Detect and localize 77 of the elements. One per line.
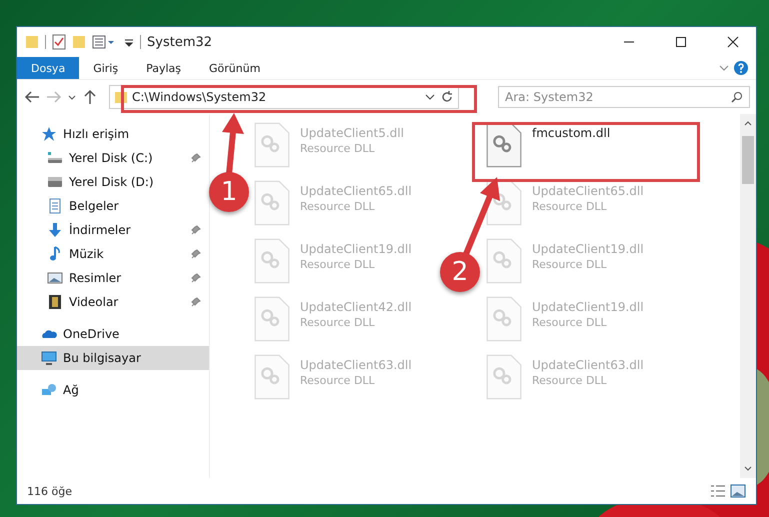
properties-icon[interactable] — [52, 34, 66, 50]
video-nav-icon — [47, 294, 63, 310]
close-icon — [727, 36, 739, 48]
ribbon-tab[interactable]: Giriş — [79, 57, 132, 79]
pics-nav-icon — [47, 270, 63, 286]
diskc-nav-icon — [47, 150, 63, 166]
sidebar-item[interactable]: Hızlı erişim — [17, 122, 209, 146]
file-type: Resource DLL — [300, 258, 376, 271]
file-name: UpdateClient5.dll — [300, 126, 404, 140]
net-nav-icon — [41, 382, 57, 398]
vertical-scrollbar[interactable] — [740, 114, 756, 478]
dll-file-icon — [486, 354, 522, 400]
pc-nav-icon — [41, 350, 57, 366]
dll-file-icon — [486, 238, 522, 284]
pointer-arrow — [222, 113, 244, 174]
sidebar-item[interactable]: Belgeler — [17, 194, 209, 218]
file-name: UpdateClient63.dll — [300, 358, 412, 372]
file-name: UpdateClient63.dll — [532, 358, 644, 372]
pin-icon — [191, 297, 201, 307]
search-placeholder: Ara: System32 — [505, 90, 594, 104]
search-icon — [731, 91, 743, 103]
file-type: Resource DLL — [532, 200, 608, 213]
ribbon-tab[interactable]: Dosya — [17, 57, 80, 79]
file-type: Resource DLL — [532, 258, 608, 271]
sidebar-item[interactable]: Resimler — [17, 266, 209, 290]
pin-icon — [191, 225, 201, 235]
sidebar-item[interactable]: Müzik — [17, 242, 209, 266]
dll-file-icon — [254, 296, 290, 342]
help-icon[interactable] — [734, 61, 748, 75]
file-name: UpdateClient19.dll — [300, 242, 412, 256]
item-count: 116 öğe — [27, 484, 73, 498]
music-nav-icon — [47, 246, 63, 262]
dll-file-icon — [486, 122, 522, 168]
sidebar-item[interactable]: Ağ — [17, 378, 209, 402]
file-name: UpdateClient65.dll — [300, 184, 412, 198]
back-arrow-icon[interactable] — [23, 89, 41, 105]
sidebar-item[interactable]: İndirmeler — [17, 218, 209, 242]
file-name: UpdateClient19.dll — [532, 242, 644, 256]
dll-file-icon — [254, 354, 290, 400]
file-type: Resource DLL — [300, 374, 376, 387]
dll-file-icon — [486, 296, 522, 342]
scroll-thumb[interactable] — [742, 136, 754, 184]
large-icons-view-icon[interactable] — [730, 484, 746, 498]
down-nav-icon — [47, 222, 63, 238]
pin-icon — [191, 249, 201, 259]
search-field[interactable]: Ara: System32 — [498, 86, 750, 108]
maximize-icon — [675, 36, 687, 48]
file-type: Resource DLL — [300, 142, 376, 155]
dll-file-icon — [254, 238, 290, 284]
file-name: fmcustom.dll — [532, 126, 610, 140]
details-view-icon[interactable] — [710, 484, 726, 498]
file-type: Resource DLL — [300, 316, 376, 329]
file-type: Resource DLL — [532, 316, 608, 329]
sidebar-item[interactable]: Bu bilgisayar — [17, 346, 209, 370]
sidebar-item[interactable]: Yerel Disk (C:) — [17, 146, 209, 170]
address-bar[interactable]: C:\Windows\System32 — [109, 85, 459, 109]
dll-file-icon — [254, 180, 290, 226]
window-title: System32 — [147, 34, 214, 50]
address-path: C:\Windows\System32 — [132, 90, 268, 104]
file-name: UpdateClient65.dll — [532, 184, 644, 198]
file-type: Resource DLL — [300, 200, 376, 213]
quick-nav-icon — [41, 126, 57, 142]
file-name: UpdateClient42.dll — [300, 300, 412, 314]
sidebar-item[interactable]: OneDrive — [17, 322, 209, 346]
refresh-icon[interactable] — [440, 90, 454, 104]
dll-file-icon — [254, 122, 290, 168]
file-name: UpdateClient19.dll — [532, 300, 644, 314]
pin-icon — [191, 153, 201, 163]
disk-nav-icon — [47, 174, 63, 190]
file-item[interactable]: fmcustom.dll — [484, 120, 612, 178]
file-type: Resource DLL — [532, 374, 608, 387]
docs-nav-icon — [47, 198, 63, 214]
ribbon-tab[interactable]: Paylaş — [132, 57, 195, 79]
sidebar-item[interactable]: Videolar — [17, 290, 209, 314]
pin-icon — [191, 273, 201, 283]
sidebar-item[interactable]: Yerel Disk (D:) — [17, 170, 209, 194]
ribbon-tab[interactable]: Görünüm — [195, 57, 274, 79]
